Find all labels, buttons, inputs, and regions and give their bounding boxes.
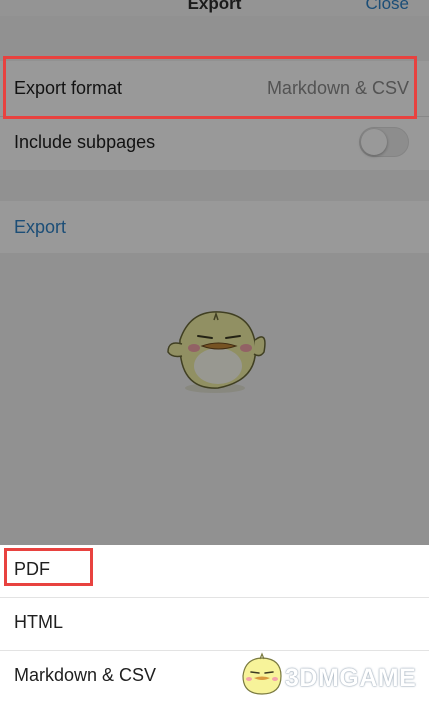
option-label: PDF [14,559,50,579]
option-label: Markdown & CSV [14,665,157,685]
option-label: HTML [14,612,63,632]
watermark: 3DMGAME [237,650,427,698]
export-screen: Export Close Export format Markdown & CS… [0,0,429,701]
dimmed-overlay[interactable] [0,0,429,545]
option-pdf[interactable]: PDF [0,545,429,597]
watermark-text: 3DMGAME [285,664,417,692]
chick-logo-icon [242,652,282,695]
option-html[interactable]: HTML [0,598,429,650]
